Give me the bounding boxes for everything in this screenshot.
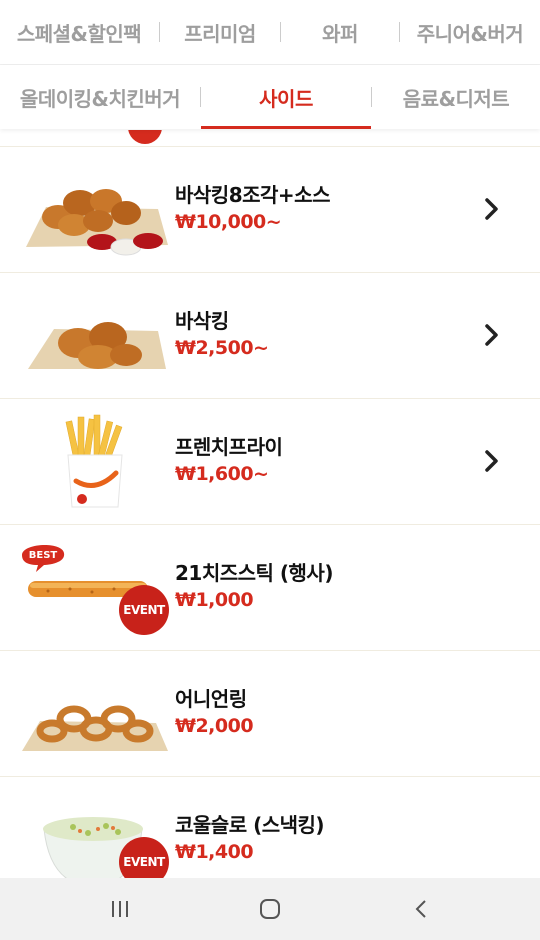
category-tabs-row-1: 스페셜&할인팩 프리미엄 와퍼 주니어&버거 [0, 0, 540, 65]
onion-rings-image [22, 705, 168, 751]
tab-drink-dessert[interactable]: 음료&디저트 [372, 65, 540, 129]
product-name: 코울슬로 (스낵킹) [175, 813, 325, 837]
recent-apps-icon[interactable] [100, 894, 140, 924]
event-badge-partial [128, 130, 162, 144]
product-name: 프렌치프라이 [175, 435, 283, 459]
category-tabs-row-2: 올데이킹&치킨버거 사이드 음료&디저트 [0, 65, 540, 129]
product-price: ₩1,000 [175, 589, 254, 611]
event-badge: EVENT [119, 585, 169, 635]
product-price: ₩2,500~ [175, 337, 269, 359]
tab-premium[interactable]: 프리미엄 [160, 0, 280, 64]
product-price: ₩1,400 [175, 841, 254, 863]
product-name: 21치즈스틱 (행사) [175, 561, 333, 585]
fried-chicken-image [28, 322, 166, 369]
fried-chicken-8-pieces-image [26, 189, 168, 256]
product-price: ₩2,000 [175, 715, 254, 737]
tab-special-discount[interactable]: 스페셜&할인팩 [0, 0, 158, 64]
chevron-right-icon[interactable] [482, 195, 502, 223]
product-name: 바삭킹 [175, 309, 229, 333]
system-navigation-bar [0, 878, 540, 940]
product-name: 어니언링 [175, 687, 247, 711]
product-item[interactable]: 바삭킹8조각+소스 ₩10,000~ [0, 147, 540, 273]
chevron-right-icon[interactable] [482, 447, 502, 475]
product-price: ₩10,000~ [175, 211, 282, 233]
home-icon[interactable] [250, 894, 290, 924]
product-price: ₩1,600~ [175, 463, 269, 485]
product-item[interactable]: 어니언링 ₩2,000 [0, 651, 540, 777]
product-list: 바삭킹8조각+소스 ₩10,000~ 바삭킹 ₩2,500~ 프렌치프라이 ₩1… [0, 130, 540, 878]
product-item[interactable]: EVENT 코울슬로 (스낵킹) ₩1,400 [0, 777, 540, 878]
best-badge-label: BEST [29, 550, 58, 561]
product-item[interactable]: 프렌치프라이 ₩1,600~ [0, 399, 540, 525]
tab-whopper[interactable]: 와퍼 [281, 0, 399, 64]
back-icon[interactable] [402, 894, 442, 924]
tab-allday-chicken[interactable]: 올데이킹&치킨버거 [0, 65, 200, 129]
product-name: 바삭킹8조각+소스 [175, 183, 330, 207]
tab-junior-burger[interactable]: 주니어&버거 [400, 0, 540, 64]
list-item-partial [0, 130, 540, 147]
product-item[interactable]: 바삭킹 ₩2,500~ [0, 273, 540, 399]
best-badge-icon: BEST [22, 544, 65, 572]
french-fries-image [65, 414, 123, 508]
product-item[interactable]: BEST EVENT 21치즈스틱 (행사) ₩1,000 [0, 525, 540, 651]
tab-side[interactable]: 사이드 [201, 65, 371, 129]
chevron-right-icon[interactable] [482, 321, 502, 349]
